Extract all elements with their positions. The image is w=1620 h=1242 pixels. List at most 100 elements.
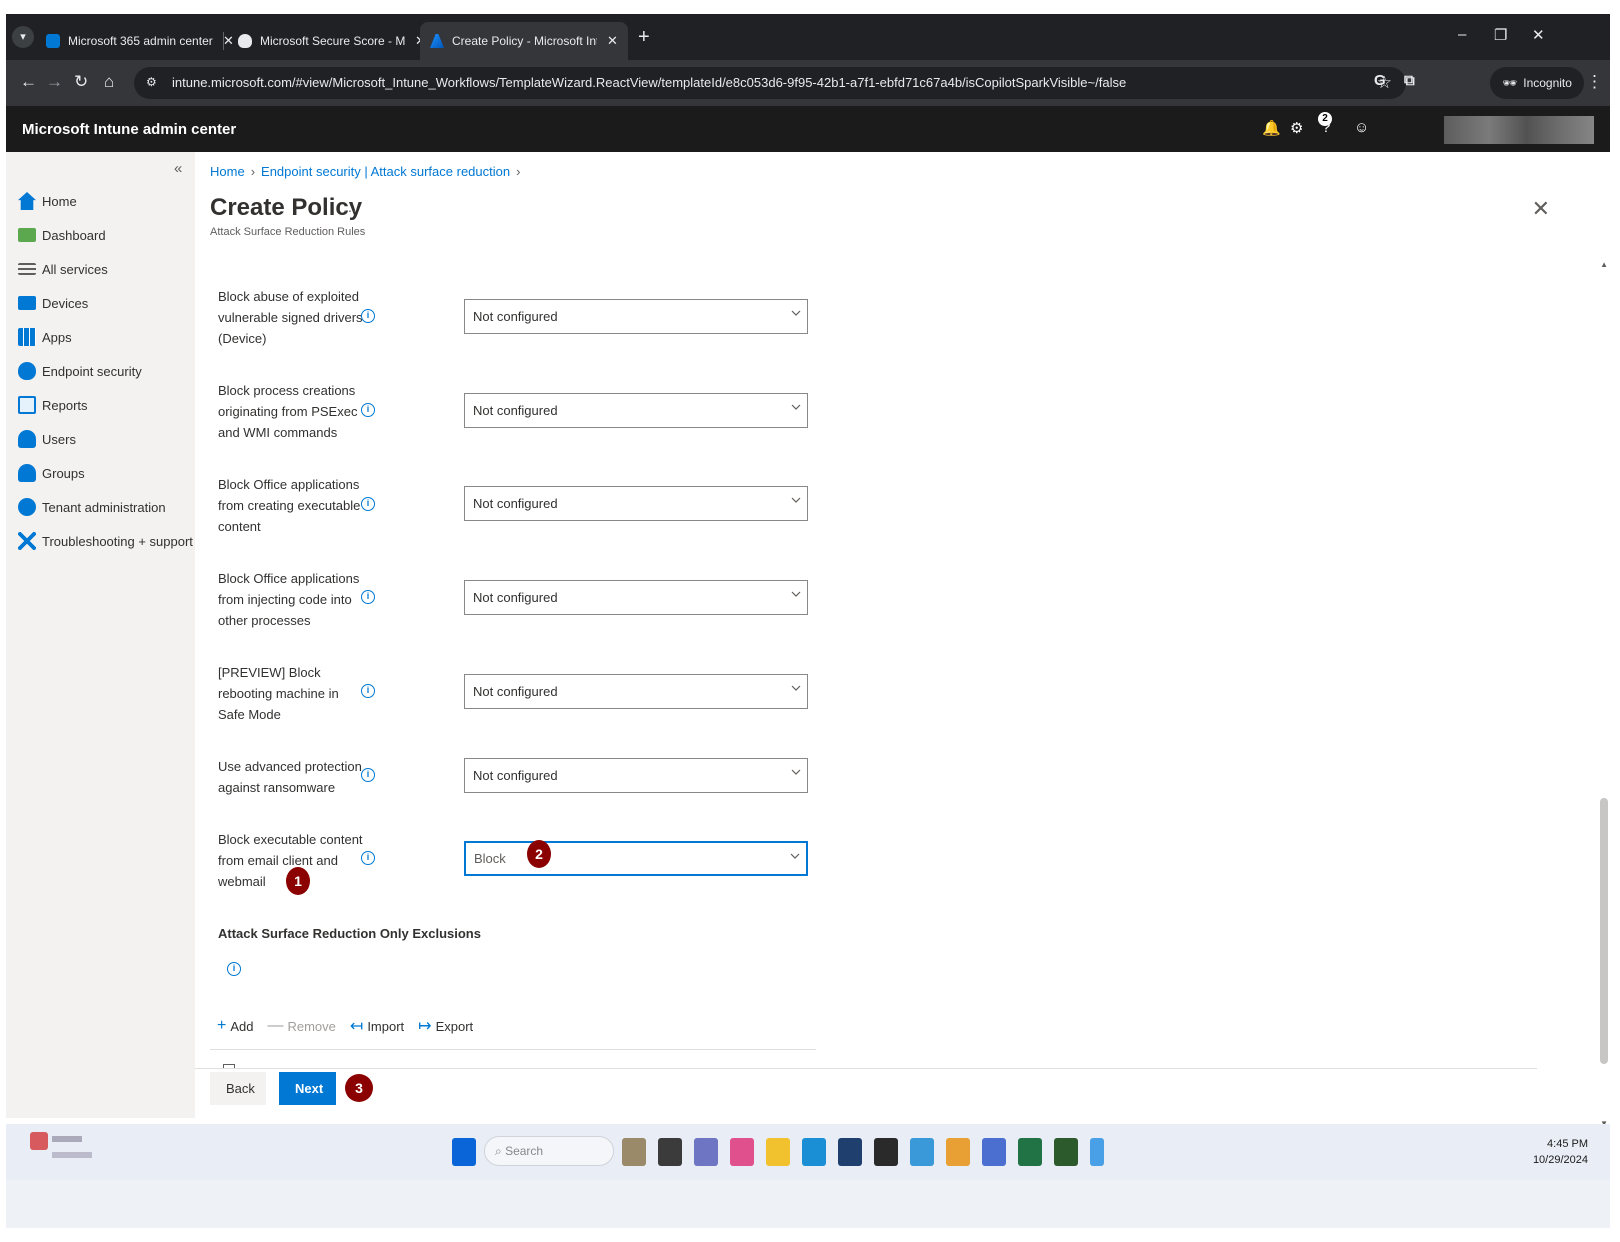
bell-icon[interactable]: 🔔 [1262, 119, 1281, 137]
system-clock[interactable]: 4:45 PM 10/29/2024 [1533, 1136, 1588, 1168]
close-icon[interactable]: ✕ [1532, 196, 1550, 222]
reload-icon[interactable]: ↻ [74, 72, 88, 92]
taskbar-app-icon[interactable] [1018, 1138, 1042, 1166]
divider [210, 1049, 816, 1050]
scroll-up-icon[interactable]: ▲ [1600, 260, 1608, 269]
weather-widget[interactable] [24, 1132, 92, 1166]
chevron-down-icon [791, 769, 801, 775]
sidebar-item-dashboard[interactable]: Dashboard [18, 222, 106, 248]
browser-tab[interactable]: Microsoft Secure Score - Micro ✕ [228, 22, 436, 60]
sidebar-item-users[interactable]: Users [18, 426, 76, 452]
address-bar[interactable]: ⚙ intune.microsoft.com/#view/Microsoft_I… [134, 67, 1406, 99]
remove-button[interactable]: — Remove [267, 1016, 335, 1036]
taskbar-app-icon[interactable] [838, 1138, 862, 1166]
gear-icon[interactable]: ⚙ [1290, 119, 1303, 137]
setting-dropdown[interactable]: Not configured [464, 674, 808, 709]
taskbar-app-icon[interactable] [982, 1138, 1006, 1166]
site-info-icon[interactable]: ⚙ [146, 75, 160, 89]
google-icon[interactable]: G [1374, 72, 1386, 89]
taskbar-app-icon[interactable] [730, 1138, 754, 1166]
exclusions-toolbar: + Add — Remove ↤ Import ↦ Export [217, 1016, 473, 1036]
breadcrumb-home-link[interactable]: Home [210, 164, 245, 179]
taskbar-app-icon[interactable] [658, 1138, 682, 1166]
setting-dropdown[interactable]: Not configured [464, 486, 808, 521]
setting-label: Block abuse of exploited vulnerable sign… [218, 289, 363, 346]
info-icon[interactable]: i [361, 497, 375, 511]
sidebar-item-groups[interactable]: Groups [18, 460, 85, 486]
taskbar-app-icon[interactable] [1090, 1138, 1104, 1166]
browser-tab[interactable]: Microsoft 365 admin center ✕ [36, 22, 244, 60]
plus-icon: + [217, 1017, 227, 1034]
start-icon[interactable] [452, 1138, 476, 1166]
app-title[interactable]: Microsoft Intune admin center [22, 121, 236, 138]
main-content: Home › Endpoint security | Attack surface … [195, 152, 1610, 1130]
setting-label: Block Office applications from injecting… [218, 571, 360, 628]
sidebar-item-apps[interactable]: Apps [18, 324, 72, 350]
taskbar-app-icon[interactable] [694, 1138, 718, 1166]
breadcrumb-endpoint-link[interactable]: Endpoint security | Attack surface reduc… [261, 164, 510, 179]
taskbar-app-icon[interactable] [766, 1138, 790, 1166]
sidebar-item-endpoint-security[interactable]: Endpoint security [18, 358, 142, 384]
taskbar-app-icon[interactable] [874, 1138, 898, 1166]
chevron-down-icon [791, 685, 801, 691]
forward-arrow-icon[interactable]: → [46, 72, 63, 92]
incognito-button[interactable]: 🕶 Incognito [1490, 67, 1584, 99]
step-marker-2: 2 [527, 840, 551, 868]
browser-tab-active[interactable]: Create Policy - Microsoft Intune ✕ [420, 22, 628, 60]
back-arrow-icon[interactable]: ← [20, 72, 37, 92]
info-icon[interactable]: i [361, 684, 375, 698]
setting-dropdown[interactable]: Not configured [464, 299, 808, 334]
restore-icon[interactable]: ❐ [1494, 26, 1507, 44]
new-tab-icon[interactable]: + [638, 26, 650, 49]
scrollbar[interactable]: ▲ ▼ [1598, 258, 1610, 1130]
exclusions-label: Attack Surface Reduction Only Exclusions [218, 926, 481, 941]
export-icon: ↦ [418, 1018, 432, 1035]
setting-dropdown[interactable]: Not configured [464, 580, 808, 615]
url-text[interactable]: intune.microsoft.com/#view/Microsoft_Int… [172, 75, 1126, 90]
info-icon[interactable]: i [361, 590, 375, 604]
setting-dropdown-selected[interactable]: Block [464, 841, 808, 876]
info-icon[interactable]: i [361, 403, 375, 417]
sidebar-item-devices[interactable]: Devices [18, 290, 88, 316]
setting-dropdown[interactable]: Not configured [464, 393, 808, 428]
taskbar-app-icon[interactable] [802, 1138, 826, 1166]
chevron-down-icon [790, 853, 800, 859]
next-button[interactable]: Next [279, 1072, 336, 1105]
info-icon[interactable]: i [361, 851, 375, 865]
screen-bottom-edge [6, 1180, 1610, 1228]
close-window-icon[interactable]: ✕ [1532, 26, 1545, 44]
more-actions-icon[interactable]: ··· [343, 202, 357, 218]
scrollbar-thumb[interactable] [1600, 798, 1608, 1064]
info-icon[interactable]: i [227, 962, 241, 976]
account-info[interactable] [1444, 116, 1594, 144]
sidebar-item-tenant-administration[interactable]: Tenant administration [18, 494, 166, 520]
breadcrumb-chevron-icon: › [516, 164, 521, 179]
extensions-icon[interactable]: ⧉ [1404, 72, 1415, 89]
taskbar-search[interactable]: ⌕ Search [484, 1136, 614, 1166]
feedback-icon[interactable]: ☺ [1354, 119, 1369, 136]
sidebar-item-all-services[interactable]: All services [18, 256, 108, 282]
taskbar-app-icon[interactable] [910, 1138, 934, 1166]
close-tab-icon[interactable]: ✕ [607, 33, 618, 49]
taskbar-app-icon[interactable] [946, 1138, 970, 1166]
export-button[interactable]: ↦ Export [418, 1016, 473, 1036]
taskbar-app-icon[interactable] [1054, 1138, 1078, 1166]
setting-dropdown[interactable]: Not configured [464, 758, 808, 793]
sidebar-item-reports[interactable]: Reports [18, 392, 88, 418]
sidebar-item-troubleshooting[interactable]: Troubleshooting + support [18, 528, 193, 554]
help-icon[interactable]: ? [1322, 119, 1330, 136]
reports-icon [18, 396, 36, 414]
minimize-icon[interactable]: – [1458, 26, 1466, 43]
setting-label: [PREVIEW] Block rebooting machine in Saf… [218, 665, 339, 722]
home-icon[interactable]: ⌂ [104, 72, 114, 92]
info-icon[interactable]: i [361, 768, 375, 782]
back-button[interactable]: Back [210, 1072, 266, 1105]
browser-menu-icon[interactable]: ⋮ [1586, 72, 1603, 92]
tab-search-icon[interactable]: ▾ [12, 26, 34, 48]
import-button[interactable]: ↤ Import [350, 1016, 404, 1036]
info-icon[interactable]: i [361, 309, 375, 323]
add-button[interactable]: + Add [217, 1016, 253, 1036]
taskbar-app-icon[interactable] [622, 1138, 646, 1166]
collapse-nav-icon[interactable]: « [174, 160, 182, 177]
sidebar-item-home[interactable]: Home [18, 188, 77, 214]
